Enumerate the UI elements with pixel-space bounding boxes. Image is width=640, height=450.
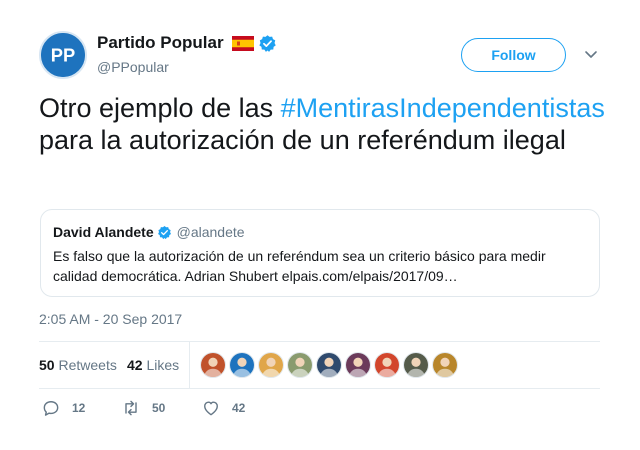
user-avatar-icon [375,353,399,377]
pp-logo-icon: PP [41,33,85,77]
liker-avatar-9[interactable] [432,352,458,378]
liker-avatar-5[interactable] [316,352,342,378]
retweets-stat-label: Retweets [58,357,117,373]
stats-divider [189,342,190,389]
user-avatar-icon [433,353,457,377]
reply-count: 12 [72,401,86,415]
reply-button[interactable]: 12 [41,398,85,418]
liker-avatar-1[interactable] [200,352,226,378]
user-avatar-icon [201,353,225,377]
follow-button[interactable]: Follow [461,38,566,72]
svg-text:PP: PP [51,44,75,65]
author-avatar[interactable]: PP [39,31,87,79]
tweet-stats-bar: 50 Retweets 42 Likes [39,341,600,389]
retweets-stat[interactable]: 50 Retweets [39,357,117,373]
verified-badge-icon [258,34,276,52]
quoted-tweet[interactable]: David Alandete @alandete Es falso que la… [40,209,600,297]
tweet-timestamp[interactable]: 2:05 AM - 20 Sep 2017 [39,311,182,327]
hashtag-link[interactable]: #MentirasIndependentistas [281,93,605,123]
user-avatar-icon [317,353,341,377]
user-avatar-icon [346,353,370,377]
retweet-button[interactable]: 50 [121,398,165,418]
liker-avatar-6[interactable] [345,352,371,378]
quoted-tweet-header: David Alandete @alandete [53,224,245,240]
likes-stat-label: Likes [146,357,180,373]
reply-icon [43,401,59,416]
user-avatar-icon [404,353,428,377]
tweet-text-part: Otro ejemplo de las [39,93,281,123]
user-avatar-icon [288,353,312,377]
liker-avatar-4[interactable] [287,352,313,378]
chevron-down-icon [585,51,597,58]
author-handle[interactable]: @PPopular [97,59,169,75]
like-count: 42 [232,401,246,415]
liker-avatars [200,352,461,378]
heart-icon [204,401,218,416]
liker-avatar-3[interactable] [258,352,284,378]
liker-avatar-8[interactable] [403,352,429,378]
author-name-row: Partido Popular [97,33,277,53]
retweet-count: 50 [152,401,166,415]
liker-avatar-7[interactable] [374,352,400,378]
user-avatar-icon [259,353,283,377]
liker-avatar-2[interactable] [229,352,255,378]
likes-stat-count: 42 [127,357,143,373]
like-button[interactable]: 42 [201,398,245,418]
retweets-stat-count: 50 [39,357,55,373]
user-avatar-icon [230,353,254,377]
tweet-card: PP Partido Popular @PPopular Follow Otro… [0,0,640,450]
quoted-author-handle: @alandete [176,224,245,240]
more-options-button[interactable] [584,47,598,61]
likes-stat[interactable]: 42 Likes [127,357,179,373]
author-display-name[interactable]: Partido Popular [97,33,224,53]
quoted-tweet-text: Es falso que la autorización de un refer… [53,248,546,284]
tweet-text: Otro ejemplo de las #MentirasIndependent… [39,92,609,156]
verified-badge-icon [157,225,171,239]
quoted-author-name: David Alandete [53,224,154,240]
retweet-icon [125,400,137,416]
spain-flag-icon [231,35,254,51]
tweet-text-part: para la autorización de un referéndum il… [39,125,566,155]
